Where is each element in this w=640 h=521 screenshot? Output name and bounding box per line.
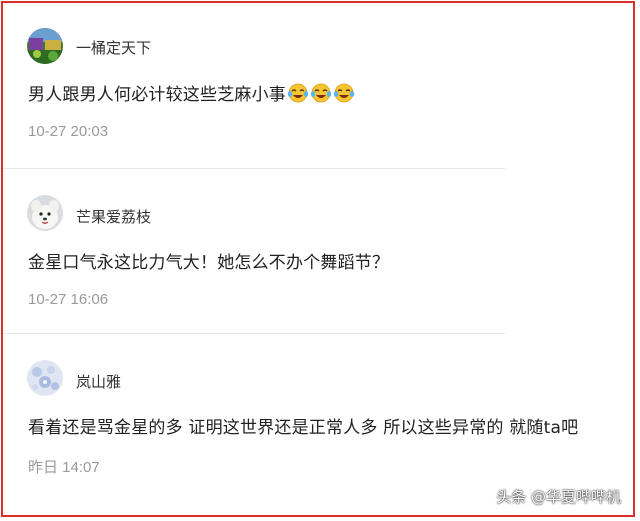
user-avatar[interactable] (27, 360, 63, 396)
comment-time: 昨日 14:07 (28, 459, 100, 476)
watermark: 头条 @华夏哔哔机 (496, 488, 621, 506)
comment-time: 10-27 20:03 (28, 123, 109, 140)
laugh-cry-emoji-icon (310, 83, 332, 108)
username[interactable]: 岚山雅 (76, 371, 121, 392)
comment-text-content: 男人跟男人何必计较这些芝麻小事 (28, 85, 286, 105)
laugh-cry-emoji-icon (333, 83, 355, 108)
comment-panel: 一桶定天下 男人跟男人何必计较这些芝麻小事 10-27 20:03 芒果爱荔枝 … (1, 1, 635, 517)
username[interactable]: 芒果爱荔枝 (76, 206, 151, 227)
user-avatar[interactable] (27, 28, 63, 64)
comment-time: 10-27 16:06 (28, 291, 109, 308)
comment-text: 男人跟男人何必计较这些芝麻小事 (28, 80, 355, 108)
white-dog-avatar-icon (27, 195, 63, 231)
divider (3, 333, 505, 334)
divider (3, 168, 505, 169)
comment-text: 看着还是骂金星的多 证明这世界还是正常人多 所以这些异常的 就随ta吧 (28, 418, 579, 438)
laugh-cry-emoji-icon (287, 83, 309, 108)
username[interactable]: 一桶定天下 (76, 37, 151, 58)
comment-text: 金星口气永这比力气大！她怎么不办个舞蹈节？ (28, 253, 390, 273)
user-avatar[interactable] (27, 195, 63, 231)
floral-avatar-icon (27, 360, 63, 396)
garden-avatar-icon (27, 28, 63, 64)
